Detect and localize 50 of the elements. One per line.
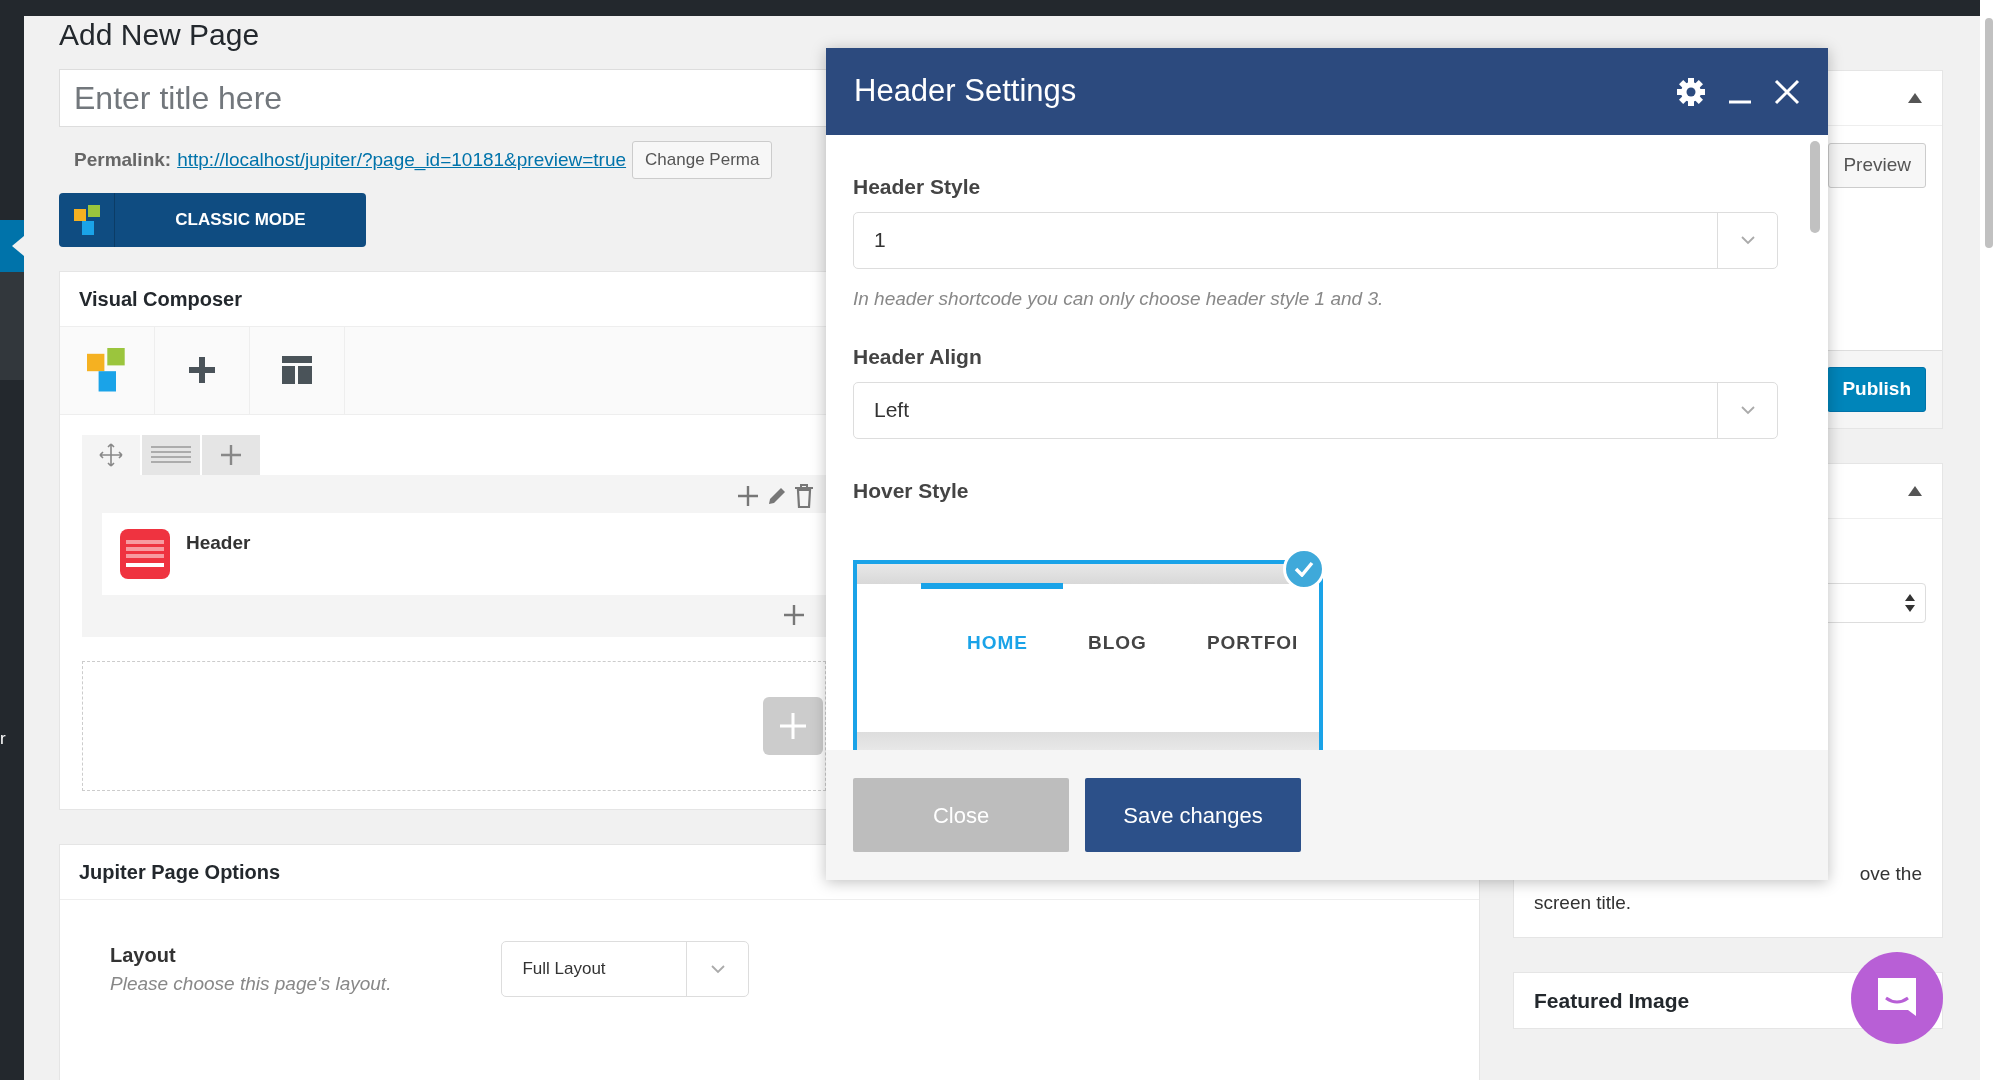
logo-icon xyxy=(73,204,100,235)
layout-select[interactable]: Full Layout xyxy=(501,940,750,997)
chevron-icon xyxy=(1738,404,1757,416)
menu-item-text: HOME xyxy=(967,629,1028,658)
settings-button[interactable] xyxy=(1676,76,1706,107)
close-icon xyxy=(1774,78,1800,105)
trash-icon[interactable] xyxy=(794,483,814,508)
chevron-icon xyxy=(1738,234,1757,246)
page-scrollbar[interactable] xyxy=(1980,0,1999,1080)
field-label: Header Style xyxy=(853,174,982,200)
caret-icon xyxy=(12,236,24,256)
preview-button[interactable]: Preview xyxy=(1828,143,1926,188)
add-icon[interactable] xyxy=(782,602,806,627)
minimize-icon xyxy=(1728,99,1752,104)
menu-item-text: PORTFOI xyxy=(1206,631,1299,655)
permalink-label: Permalink: xyxy=(74,147,172,172)
menu-item-text: BLOG xyxy=(1088,631,1147,655)
check-icon xyxy=(1294,561,1314,577)
hover-style-option[interactable]: HOME BLOG PORTFOI xyxy=(853,560,1323,750)
save-button[interactable]: Save changes xyxy=(1085,778,1301,852)
gear-icon xyxy=(1676,76,1706,107)
dialog-title: Header Settings xyxy=(854,72,1078,111)
move-icon[interactable] xyxy=(99,442,123,467)
page-heading: Add New Page xyxy=(59,18,261,51)
field-label: Layout xyxy=(110,942,177,968)
dropdown-field[interactable]: Left xyxy=(853,381,1778,439)
collapse-arrow-icon[interactable] xyxy=(1908,93,1922,103)
add-icon[interactable] xyxy=(187,355,217,385)
dropdown-field[interactable]: 1 xyxy=(853,211,1778,269)
close-button[interactable] xyxy=(1774,78,1800,105)
element-name: Header xyxy=(186,530,251,555)
logo-icon[interactable] xyxy=(87,348,127,392)
updown-icon xyxy=(1905,593,1915,613)
classic-mode-button[interactable]: CLASSIC MODE xyxy=(59,192,366,247)
add-icon[interactable] xyxy=(736,483,760,508)
menu-label[interactable]: r xyxy=(0,726,6,752)
change-permalink-button[interactable]: Change Perma xyxy=(632,141,773,179)
header-element-icon xyxy=(120,528,170,579)
layout-icon[interactable] xyxy=(282,356,312,384)
collapse-arrow-icon[interactable] xyxy=(1908,486,1922,496)
help-text: screen title. xyxy=(1534,892,1632,913)
publish-button[interactable]: Publish xyxy=(1827,367,1926,412)
field-label: Header Align xyxy=(853,344,983,370)
chevron-icon xyxy=(708,962,727,975)
field-help: Please choose this page's layout. xyxy=(110,971,392,996)
field-label: Hover Style xyxy=(853,477,970,504)
help-text: ove the xyxy=(1859,863,1922,884)
field-help: In header shortcode you can only choose header style 1 and 3. xyxy=(853,286,1385,311)
add-icon xyxy=(778,710,808,741)
permalink-link[interactable]: http://localhost/jupiter/?page_id=10181&preview=true xyxy=(177,145,627,174)
